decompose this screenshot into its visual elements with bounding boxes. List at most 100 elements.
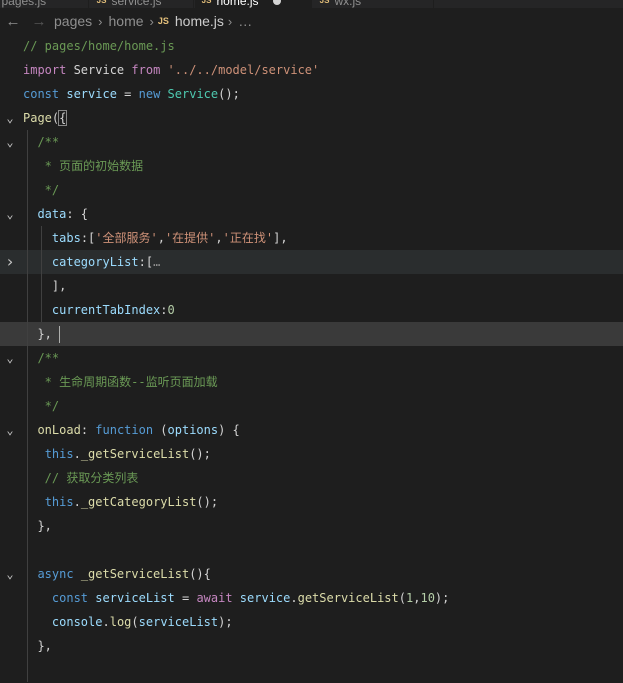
code-text: categoryList:[… xyxy=(23,250,160,274)
code-line[interactable]: console.log(serviceList); xyxy=(0,610,623,634)
tab-label: home.js xyxy=(216,0,259,8)
code-text: const serviceList = await service.getSer… xyxy=(23,586,449,610)
code-token: categoryList xyxy=(51,255,139,269)
code-line[interactable]: ], xyxy=(0,274,623,298)
arrow-right-icon[interactable]: → xyxy=(26,13,52,30)
fold-open-chevron-icon[interactable]: ⌄ xyxy=(4,106,16,130)
code-line[interactable]: */ xyxy=(0,178,623,202)
tab-pages-js[interactable]: JSpages.js xyxy=(0,0,89,8)
code-line[interactable]: this._getCategoryList(); xyxy=(0,490,623,514)
code-token: // 获取分类列表 xyxy=(23,471,139,485)
code-line[interactable]: }, xyxy=(0,322,623,346)
code-line[interactable]: this._getServiceList(); xyxy=(0,442,623,466)
code-text: ], xyxy=(23,274,66,298)
breadcrumb-item-home[interactable]: home xyxy=(109,13,144,29)
code-token: const xyxy=(51,591,89,605)
js-file-icon: JS xyxy=(319,0,330,5)
code-line[interactable]: }, xyxy=(0,514,623,538)
code-token: ) { xyxy=(218,423,240,437)
breadcrumb-more[interactable]: … xyxy=(238,13,252,29)
code-token: ], xyxy=(273,231,288,245)
code-line[interactable]: const service = new Service(); xyxy=(0,82,623,106)
code-text: this._getServiceList(); xyxy=(23,442,211,466)
tab-service-js[interactable]: JS service.js xyxy=(90,0,194,8)
code-token: /** xyxy=(23,351,60,365)
fold-open-chevron-icon[interactable]: ⌄ xyxy=(4,346,16,370)
code-token: ); xyxy=(218,615,233,629)
fold-open-chevron-icon[interactable]: ⌄ xyxy=(4,418,16,442)
code-token: (); xyxy=(218,87,240,101)
breadcrumb-item-pages[interactable]: pages xyxy=(54,13,92,29)
code-token: 0 xyxy=(167,303,175,317)
code-token: data xyxy=(37,207,67,221)
code-token: serviceList xyxy=(138,615,219,629)
editor-tab-bar: JSpages.js JS service.js JS home.js JS wx.j… xyxy=(0,0,623,8)
code-token: const xyxy=(23,87,60,101)
unsaved-dot-icon[interactable] xyxy=(272,0,281,5)
code-line[interactable]: import Service from '../../model/service… xyxy=(0,58,623,82)
arrow-left-icon[interactable]: ← xyxy=(0,13,26,30)
code-token: = xyxy=(174,591,197,605)
code-line[interactable]: ⌄ /** xyxy=(0,130,623,154)
code-text: currentTabIndex:0 xyxy=(23,298,175,322)
code-line[interactable]: }, xyxy=(0,634,623,658)
code-token: getServiceList xyxy=(297,591,399,605)
breadcrumb-item-file[interactable]: JS home.js xyxy=(158,13,224,29)
code-line[interactable]: ⌄ Page({ xyxy=(0,106,623,130)
code-token: /** xyxy=(23,135,60,149)
fold-open-chevron-icon[interactable]: ⌄ xyxy=(4,130,16,154)
code-text: * 页面的初始数据 xyxy=(23,154,143,178)
code-line[interactable]: tabs:['全部服务','在提供','正在找'], xyxy=(0,226,623,250)
code-text: const service = new Service(); xyxy=(23,82,240,106)
code-text: onLoad: function (options) { xyxy=(23,418,240,442)
code-line[interactable]: ⌄ onLoad: function (options) { xyxy=(0,418,623,442)
code-line[interactable]: currentTabIndex:0 xyxy=(0,298,623,322)
code-line[interactable]: › categoryList:[… xyxy=(0,250,623,274)
code-line[interactable] xyxy=(0,538,623,562)
code-token: Service xyxy=(66,63,132,77)
code-token: '正在找' xyxy=(222,231,274,245)
chevron-right-icon: › xyxy=(98,13,103,29)
code-token: ( xyxy=(398,591,406,605)
fold-open-chevron-icon[interactable]: ⌄ xyxy=(4,202,16,226)
tab-wx-js[interactable]: JS wx.js xyxy=(313,0,434,8)
code-line[interactable]: const serviceList = await service.getSer… xyxy=(0,586,623,610)
code-line[interactable]: * 页面的初始数据 xyxy=(0,154,623,178)
code-token: function xyxy=(95,423,154,437)
code-line[interactable]: // pages/home/home.js xyxy=(0,34,623,58)
tab-home-js[interactable]: JS home.js xyxy=(195,0,312,8)
code-token: . xyxy=(290,591,298,605)
code-token: : xyxy=(160,303,168,317)
code-line[interactable]: ⌄ async _getServiceList(){ xyxy=(0,562,623,586)
code-token: serviceList xyxy=(95,591,175,605)
code-line[interactable]: */ xyxy=(0,394,623,418)
code-line[interactable] xyxy=(0,658,623,682)
code-token: (); xyxy=(189,447,211,461)
code-token: */ xyxy=(23,183,60,197)
breadcrumb-file-label: home.js xyxy=(174,13,224,29)
code-token: , xyxy=(215,231,223,245)
fold-closed-chevron-icon[interactable]: › xyxy=(4,250,16,274)
code-token: _getServiceList xyxy=(80,447,190,461)
code-token: await xyxy=(196,591,233,605)
code-line[interactable]: ⌄ data: { xyxy=(0,202,623,226)
code-token: options xyxy=(167,423,219,437)
js-file-icon: JS xyxy=(201,0,212,5)
code-token: tabs xyxy=(51,231,81,245)
code-line[interactable]: ⌄ /** xyxy=(0,346,623,370)
code-token: '在提供' xyxy=(164,231,216,245)
code-editor[interactable]: // pages/home/home.js import Service from… xyxy=(0,34,623,683)
code-line[interactable]: * 生命周期函数--监听页面加载 xyxy=(0,370,623,394)
code-token: . xyxy=(73,495,81,509)
fold-open-chevron-icon[interactable]: ⌄ xyxy=(4,562,16,586)
code-text: data: { xyxy=(23,202,88,226)
code-line[interactable]: // 获取分类列表 xyxy=(0,466,623,490)
code-token: '../../model/service' xyxy=(167,63,320,77)
